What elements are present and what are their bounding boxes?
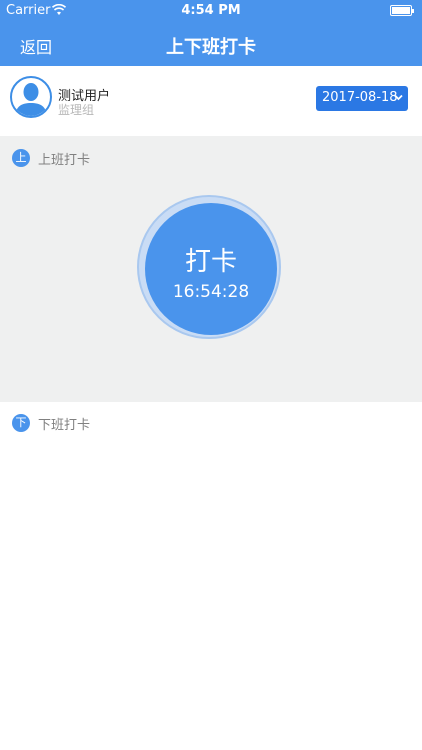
user-avatar-icon [15, 83, 47, 116]
on-duty-section: 上 上班打卡 打卡 16:54:28 [0, 136, 422, 402]
date-select[interactable]: 2017-08-18 [316, 86, 408, 111]
off-duty-label: 下班打卡 [38, 418, 91, 433]
off-duty-badge: 下 [12, 414, 30, 432]
user-info-row: 测试用户 监理组 2017-08-18 [0, 66, 422, 136]
punch-button-label: 打卡 [184, 247, 237, 277]
page-title: 上下班打卡 [166, 37, 256, 58]
status-bar: Carrier 4:54 PM [0, 0, 422, 22]
avatar [10, 76, 52, 118]
punch-clock: 16:54:28 [172, 282, 250, 302]
on-duty-label: 上班打卡 [38, 153, 91, 168]
battery-icon [390, 5, 414, 16]
user-group: 监理组 [58, 103, 95, 117]
punch-button[interactable]: 打卡 16:54:28 [145, 203, 277, 335]
status-time: 4:54 PM [181, 3, 241, 18]
on-duty-badge: 上 [12, 149, 30, 167]
nav-bar: 返回 上下班打卡 [0, 22, 422, 66]
date-value: 2017-08-18 [322, 90, 398, 105]
chevron-down-icon [394, 94, 403, 101]
